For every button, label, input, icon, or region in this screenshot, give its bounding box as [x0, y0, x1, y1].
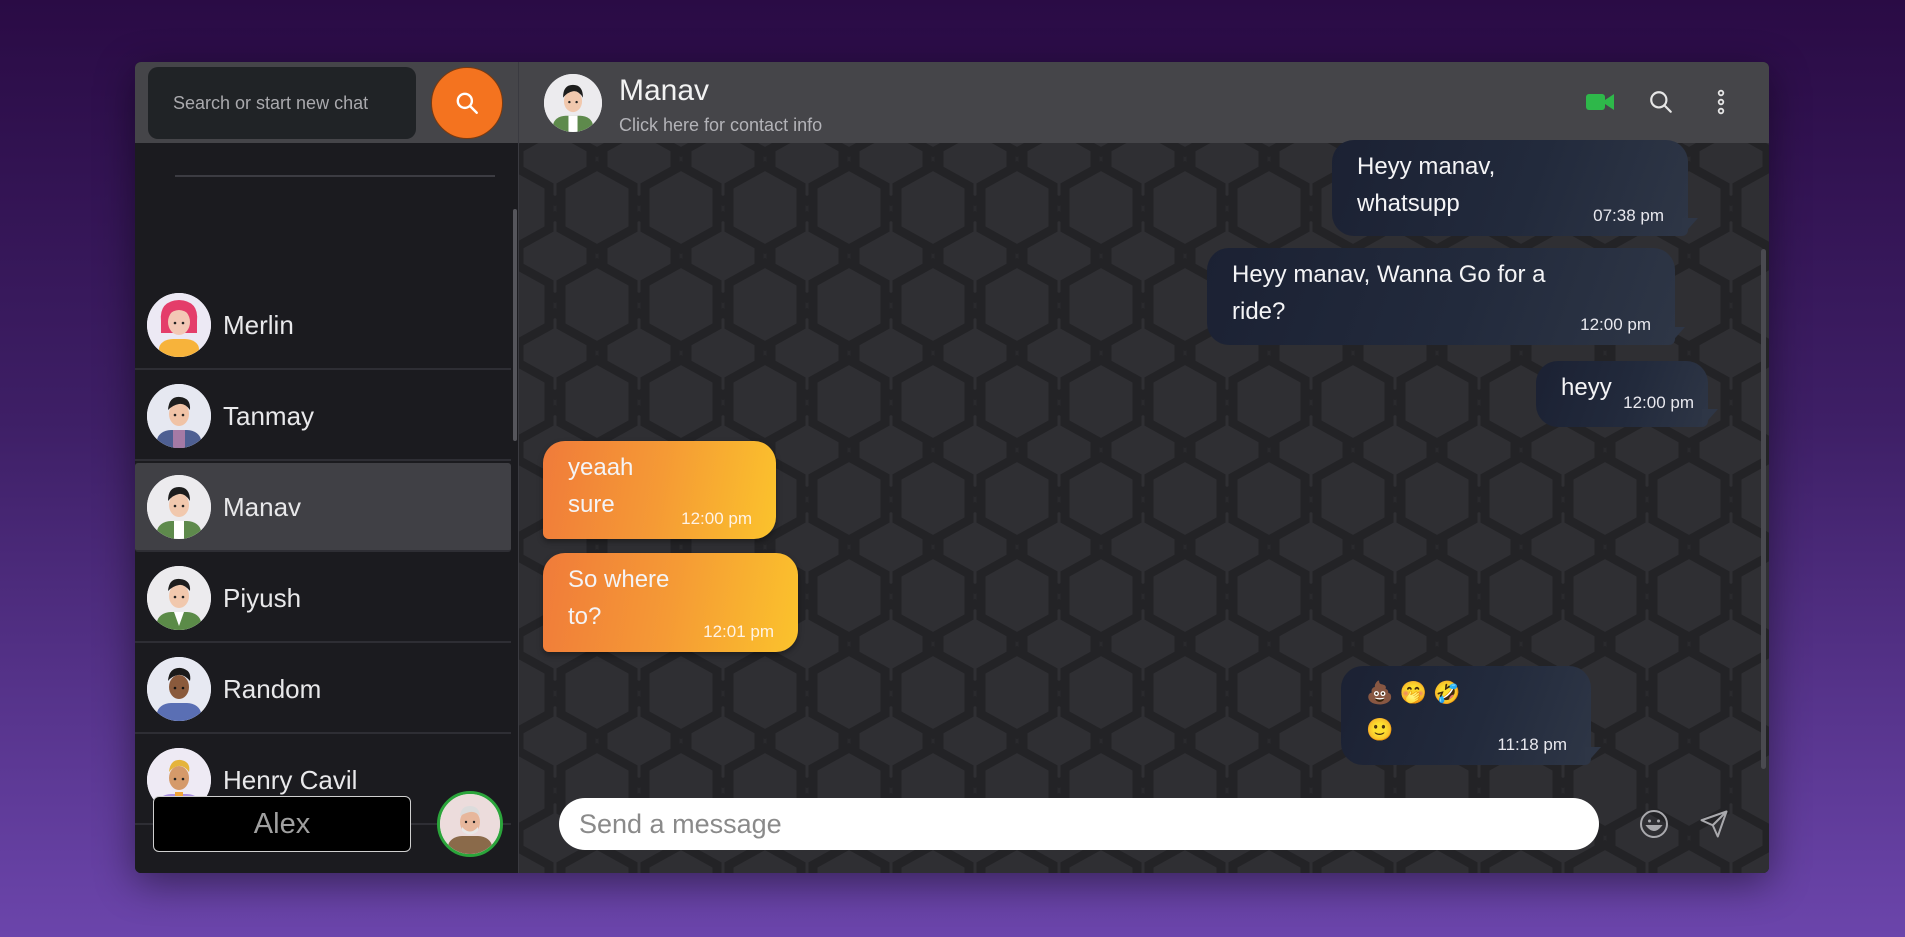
search-icon — [456, 92, 478, 114]
avatar — [147, 293, 211, 357]
message-input[interactable] — [559, 798, 1599, 850]
chat-scrollbar[interactable] — [1761, 249, 1766, 769]
contact-item-piyush[interactable]: Piyush — [135, 554, 511, 643]
video-call-button[interactable] — [1582, 84, 1618, 120]
sidebar-scrollbar[interactable] — [513, 209, 517, 441]
message-time: 07:38 pm — [1593, 206, 1664, 225]
contact-list: Merlin Tanmay Manav Piyush Random Henry … — [135, 205, 518, 825]
message-text: heyy — [1561, 374, 1612, 401]
contact-info-link[interactable]: Click here for contact info — [619, 115, 822, 136]
search-button[interactable] — [431, 67, 503, 139]
message-text: Heyy manav, whatsupp — [1357, 153, 1496, 217]
emoji-icon — [1640, 810, 1668, 838]
contact-name: Merlin — [223, 310, 294, 340]
current-user-bar: Alex — [135, 791, 518, 873]
video-call-icon — [1586, 94, 1614, 110]
message-incoming: yeaah sure 12:00 pm — [543, 441, 776, 539]
message-time: 12:00 pm — [1580, 315, 1651, 334]
message-outgoing: Heyy manav, whatsupp 07:38 pm — [1332, 140, 1688, 236]
contact-item-tanmay[interactable]: Tanmay — [135, 372, 511, 461]
message-time: 12:00 pm — [1623, 393, 1694, 412]
chat-contact-name[interactable]: Manav — [619, 74, 709, 108]
message-text: Heyy manav, Wanna Go for a ride? — [1232, 261, 1546, 325]
contact-name: Random — [223, 674, 322, 704]
avatar — [147, 384, 211, 448]
message-outgoing: Heyy manav, Wanna Go for a ride? 12:00 p… — [1207, 248, 1675, 345]
contact-name: Piyush — [223, 583, 302, 613]
chat-header: Manav Click here for contact info — [519, 62, 1769, 143]
more-options-button[interactable] — [1703, 84, 1739, 120]
sidebar-divider — [175, 175, 495, 177]
contact-name: Tanmay — [223, 401, 315, 431]
search-input[interactable] — [148, 67, 416, 139]
avatar — [147, 475, 211, 539]
contact-item-merlin[interactable]: Merlin — [135, 281, 511, 370]
message-text: yeaah sure — [568, 454, 634, 518]
send-button[interactable] — [1696, 806, 1732, 842]
contact-name: Manav — [223, 492, 302, 522]
message-text: So where to? — [568, 566, 670, 630]
message-time: 12:00 pm — [681, 509, 752, 528]
message-time: 11:18 pm — [1497, 735, 1567, 754]
message-outgoing: 💩 🤭 🤣 🙂 11:18 pm — [1341, 666, 1591, 765]
contact-name: Henry Cavil — [223, 765, 358, 795]
bubble-tail — [1669, 327, 1685, 345]
send-icon — [1700, 810, 1728, 838]
contact-avatar[interactable] — [544, 74, 602, 132]
chat-app-window: Merlin Tanmay Manav Piyush — [135, 62, 1769, 873]
current-user-name: Alex — [153, 796, 411, 852]
bubble-tail — [1585, 747, 1601, 765]
sidebar-header — [135, 62, 518, 143]
contact-item-random[interactable]: Random — [135, 645, 511, 734]
message-time: 12:01 pm — [703, 622, 774, 641]
emoji-button[interactable] — [1636, 806, 1672, 842]
sidebar: Merlin Tanmay Manav Piyush — [135, 62, 519, 873]
message-text: 💩 🤭 🤣 🙂 — [1366, 680, 1461, 742]
more-options-icon — [1717, 89, 1725, 115]
chat-search-icon — [1650, 91, 1672, 113]
chat-panel: Manav Click here for contact info Heyy m… — [519, 62, 1769, 873]
avatar — [147, 657, 211, 721]
avatar — [147, 566, 211, 630]
message-incoming: So where to? 12:01 pm — [543, 553, 798, 652]
bubble-tail — [1702, 409, 1718, 427]
bubble-tail — [1682, 218, 1698, 236]
current-user-avatar[interactable] — [437, 791, 503, 857]
chat-search-button[interactable] — [1643, 84, 1679, 120]
message-outgoing: heyy 12:00 pm — [1536, 361, 1708, 427]
contact-item-manav[interactable]: Manav — [135, 463, 511, 552]
